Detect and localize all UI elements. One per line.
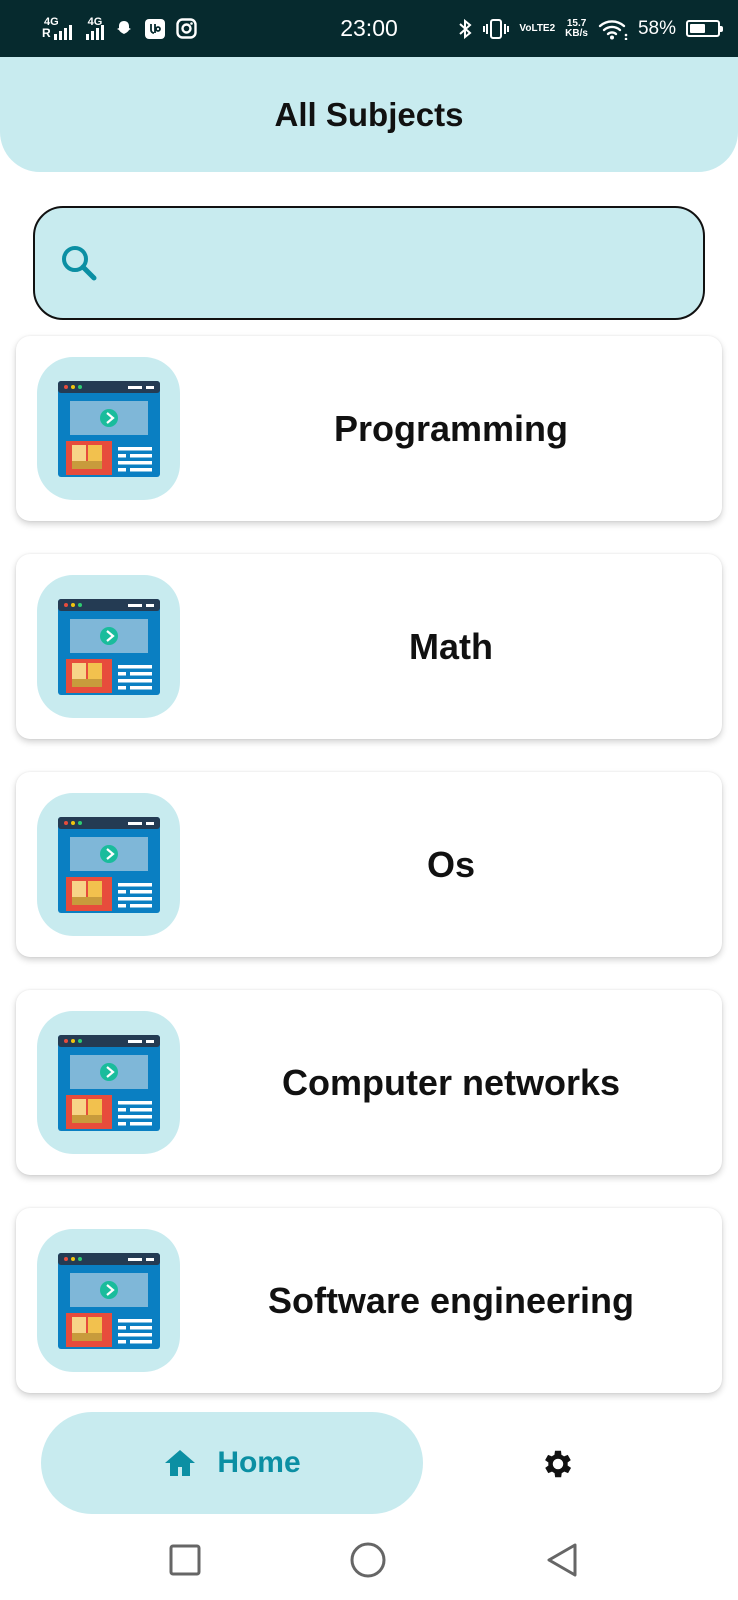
network-speed: 15.7 KB/s xyxy=(565,17,588,39)
course-screen-icon xyxy=(37,575,180,718)
search-input[interactable] xyxy=(117,233,703,293)
network-type: 4G xyxy=(44,15,59,28)
subject-card-math[interactable]: Math xyxy=(16,554,722,739)
system-navigation xyxy=(0,1520,738,1600)
roaming-indicator: R xyxy=(42,25,51,40)
course-screen-icon xyxy=(37,1011,180,1154)
system-home-button[interactable] xyxy=(346,1538,390,1582)
status-left-icons: R 4G 4G xyxy=(38,15,197,40)
bluetooth-icon xyxy=(459,18,472,39)
course-screen-icon xyxy=(37,793,180,936)
battery-level xyxy=(690,24,706,33)
subject-label: Os xyxy=(426,843,476,885)
network-type: 4G xyxy=(87,15,103,28)
course-screen-icon xyxy=(37,1229,180,1372)
subject-label: Computer networks xyxy=(281,1061,621,1103)
back-button[interactable] xyxy=(540,1538,584,1582)
network-speed-value: 15.7 xyxy=(566,17,587,29)
wifi-icon xyxy=(598,19,628,40)
status-bar: R 4G 4G 23:00 VoLTE2 15.7 KB/s 58% xyxy=(0,0,738,57)
page-title: All Subjects xyxy=(274,95,464,133)
subject-card-computer-networks[interactable]: Computer networks xyxy=(16,990,722,1175)
course-screen-icon xyxy=(37,357,180,500)
app-header: All Subjects xyxy=(0,57,738,172)
recents-button[interactable] xyxy=(163,1538,207,1582)
vibrate-icon xyxy=(483,18,510,39)
home-icon xyxy=(165,1450,196,1476)
subject-card-programming[interactable]: Programming xyxy=(16,336,722,521)
battery-icon xyxy=(686,20,723,37)
status-right-icons: VoLTE2 15.7 KB/s 58% xyxy=(457,17,723,40)
app-screen: R 4G 4G 23:00 VoLTE2 15.7 KB/s 58% All S… xyxy=(0,0,738,1600)
battery-percent: 58% xyxy=(637,17,676,39)
instagram-icon xyxy=(175,18,197,39)
volte-indicator: VoLTE2 xyxy=(519,22,556,34)
nav-home-label: Home xyxy=(217,1446,301,1479)
subject-label: Math xyxy=(409,625,493,667)
search-bar[interactable] xyxy=(33,206,705,320)
home-circle-icon xyxy=(350,1542,386,1578)
bottom-navigation: Home xyxy=(0,1412,738,1520)
app-icon xyxy=(144,18,165,39)
search-icon[interactable] xyxy=(59,243,99,283)
signal-icon: 4G xyxy=(82,15,104,40)
recents-icon xyxy=(169,1544,201,1576)
subject-card-software-engineering[interactable]: Software engineering xyxy=(16,1208,722,1393)
gear-icon xyxy=(545,1450,572,1478)
back-icon xyxy=(547,1543,577,1577)
nav-home-tab[interactable]: Home xyxy=(41,1412,423,1514)
subject-label: Software engineering xyxy=(267,1279,635,1321)
signal-icon: R 4G xyxy=(38,15,72,40)
snapchat-icon xyxy=(116,20,131,34)
nav-settings-tab[interactable] xyxy=(534,1440,582,1488)
subject-card-os[interactable]: Os xyxy=(16,772,722,957)
network-speed-unit: KB/s xyxy=(565,27,588,39)
subject-label: Programming xyxy=(333,407,569,449)
